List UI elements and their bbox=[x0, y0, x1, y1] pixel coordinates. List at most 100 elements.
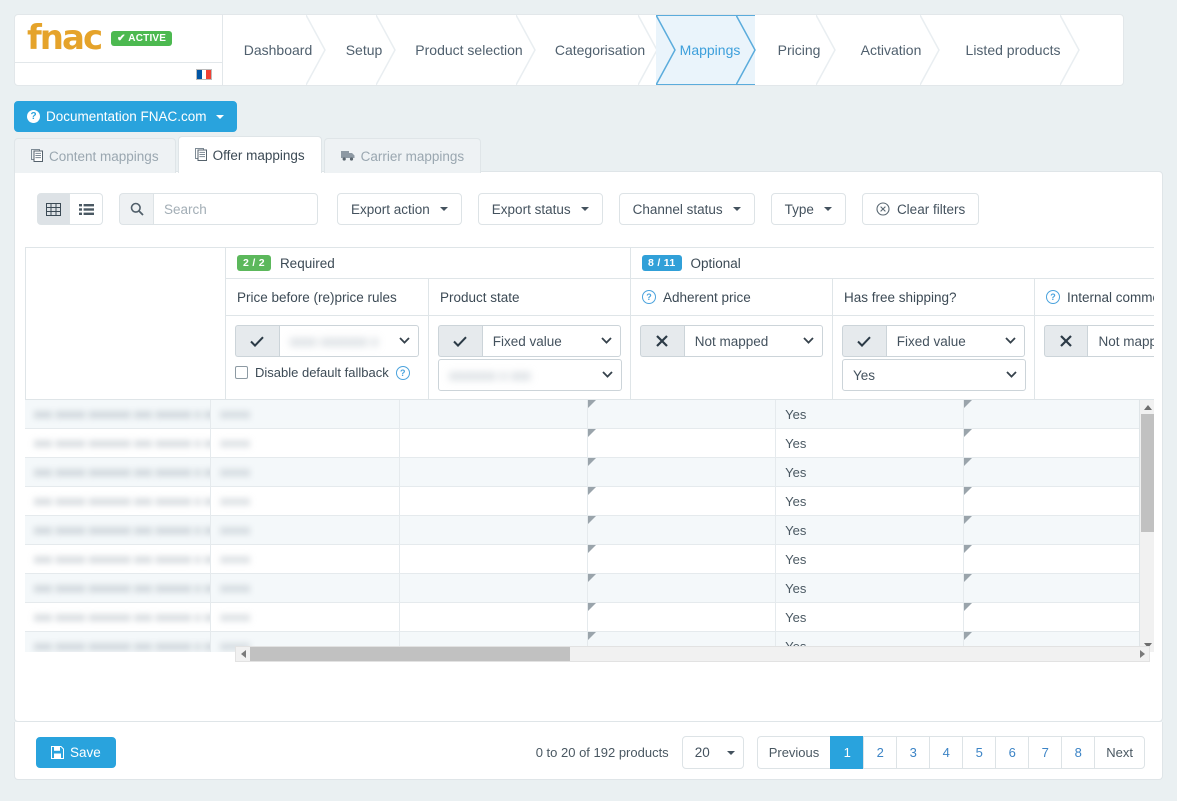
cell-product-state[interactable] bbox=[400, 574, 589, 603]
cell-has-free-shipping[interactable]: Yes bbox=[776, 545, 965, 574]
step-pricing[interactable]: Pricing bbox=[755, 14, 836, 86]
cell-has-free-shipping[interactable]: Yes bbox=[776, 487, 965, 516]
table-row[interactable]: xxx xxxxx xxxxxxx xxx xxxxxx x xxx xxxxx Y… bbox=[25, 487, 1154, 516]
cell-adherent-price[interactable] bbox=[588, 400, 777, 429]
table-row[interactable]: xxx xxxxx xxxxxxx xxx xxxxxx x xxx xxxxx Y… bbox=[25, 458, 1154, 487]
page-button-2[interactable]: 2 bbox=[863, 736, 897, 769]
help-icon[interactable]: ? bbox=[642, 290, 656, 304]
cell-product-name[interactable]: xxx xxxxx xxxxxxx xxx xxxxxx x xxx bbox=[25, 632, 212, 652]
disable-default-fallback-checkbox[interactable] bbox=[235, 366, 248, 379]
step-product-selection[interactable]: Product selection bbox=[395, 14, 536, 86]
step-dashboard[interactable]: Dashboard bbox=[223, 14, 326, 86]
grid-view-icon[interactable] bbox=[37, 193, 70, 225]
cross-icon[interactable] bbox=[1044, 325, 1088, 357]
cell-product-name[interactable]: xxx xxxxx xxxxxxx xxx xxxxxx x xxx bbox=[25, 545, 212, 574]
step-listed-products[interactable]: Listed products bbox=[939, 14, 1080, 86]
cell-adherent-price[interactable] bbox=[588, 458, 777, 487]
cell-adherent-price[interactable] bbox=[588, 574, 777, 603]
cell-internal-comment[interactable] bbox=[964, 400, 1154, 429]
cell-adherent-price[interactable] bbox=[588, 603, 777, 632]
cell-product-state[interactable] bbox=[400, 429, 589, 458]
cell-product-name[interactable]: xxx xxxxx xxxxxxx xxx xxxxxx x xxx bbox=[25, 487, 212, 516]
scroll-right-icon[interactable] bbox=[1135, 647, 1149, 661]
cell-price[interactable]: xxxxx bbox=[211, 429, 401, 458]
cell-price[interactable]: xxxxx bbox=[211, 487, 401, 516]
cell-product-state[interactable] bbox=[400, 603, 589, 632]
documentation-button[interactable]: ? Documentation FNAC.com bbox=[14, 101, 237, 132]
page-button-1[interactable]: 1 bbox=[830, 736, 864, 769]
cell-price[interactable]: xxxxx bbox=[211, 545, 401, 574]
horizontal-scroll-thumb[interactable] bbox=[250, 647, 570, 661]
page-button-4[interactable]: 4 bbox=[929, 736, 963, 769]
page-button-8[interactable]: 8 bbox=[1061, 736, 1095, 769]
cell-price[interactable]: xxxxx bbox=[211, 603, 401, 632]
check-icon[interactable] bbox=[438, 325, 482, 357]
cell-has-free-shipping[interactable]: Yes bbox=[776, 603, 965, 632]
filter-channel-status[interactable]: Channel status bbox=[618, 193, 755, 225]
column-header-price-before-re-price-rules[interactable]: Price before (re)price rules bbox=[225, 279, 428, 316]
list-view-icon[interactable] bbox=[70, 193, 103, 225]
horizontal-scrollbar[interactable] bbox=[235, 646, 1150, 662]
cell-product-state[interactable] bbox=[400, 400, 589, 429]
cell-adherent-price[interactable] bbox=[588, 487, 777, 516]
mapping-source-select[interactable]: Fixed value bbox=[885, 325, 1025, 357]
mapping-value-select[interactable]: xxxxxxx x xxx bbox=[438, 359, 622, 391]
cell-internal-comment[interactable] bbox=[964, 516, 1154, 545]
tab-offer-mappings[interactable]: Offer mappings bbox=[177, 136, 322, 174]
cell-product-name[interactable]: xxx xxxxx xxxxxxx xxx xxxxxx x xxx bbox=[25, 516, 212, 545]
page-button-next[interactable]: Next bbox=[1094, 736, 1145, 769]
table-row[interactable]: xxx xxxxx xxxxxxx xxx xxxxxx x xxx xxxxx Y… bbox=[25, 400, 1154, 429]
column-header-adherent-price[interactable]: ? Adherent price bbox=[630, 279, 832, 316]
vertical-scroll-thumb[interactable] bbox=[1141, 414, 1154, 532]
table-row[interactable]: xxx xxxxx xxxxxxx xxx xxxxxx x xxx xxxxx Y… bbox=[25, 545, 1154, 574]
cell-has-free-shipping[interactable]: Yes bbox=[776, 516, 965, 545]
cell-product-name[interactable]: xxx xxxxx xxxxxxx xxx xxxxxx x xxx bbox=[25, 458, 212, 487]
filter-export-status[interactable]: Export status bbox=[477, 193, 603, 225]
step-setup[interactable]: Setup bbox=[325, 14, 396, 86]
step-mappings[interactable]: Mappings bbox=[655, 14, 756, 86]
cell-has-free-shipping[interactable]: Yes bbox=[776, 400, 965, 429]
page-button-6[interactable]: 6 bbox=[995, 736, 1029, 769]
vertical-scrollbar[interactable] bbox=[1139, 400, 1154, 652]
cell-product-name[interactable]: xxx xxxxx xxxxxxx xxx xxxxxx x xxx bbox=[25, 400, 212, 429]
cell-has-free-shipping[interactable]: Yes bbox=[776, 458, 965, 487]
page-button-5[interactable]: 5 bbox=[962, 736, 996, 769]
page-button-3[interactable]: 3 bbox=[896, 736, 930, 769]
cell-has-free-shipping[interactable]: Yes bbox=[776, 429, 965, 458]
cell-product-state[interactable] bbox=[400, 487, 589, 516]
table-row[interactable]: xxx xxxxx xxxxxxx xxx xxxxxx x xxx xxxxx Y… bbox=[25, 603, 1154, 632]
cell-internal-comment[interactable] bbox=[964, 574, 1154, 603]
mapping-source-select[interactable]: Fixed value bbox=[481, 325, 621, 357]
help-icon[interactable]: ? bbox=[395, 365, 410, 380]
save-button[interactable]: Save bbox=[36, 737, 116, 768]
check-icon[interactable] bbox=[235, 325, 279, 357]
help-icon[interactable]: ? bbox=[1046, 290, 1060, 304]
tab-content-mappings[interactable]: Content mappings bbox=[14, 138, 176, 173]
cell-price[interactable]: xxxxx bbox=[211, 574, 401, 603]
cell-has-free-shipping[interactable]: Yes bbox=[776, 574, 965, 603]
cell-internal-comment[interactable] bbox=[964, 429, 1154, 458]
column-header-internal-comment[interactable]: ? Internal comment bbox=[1034, 279, 1154, 316]
column-header-product-state[interactable]: Product state bbox=[428, 279, 630, 316]
cell-adherent-price[interactable] bbox=[588, 545, 777, 574]
cell-internal-comment[interactable] bbox=[964, 458, 1154, 487]
clear-filters-button[interactable]: Clear filters bbox=[861, 193, 980, 225]
cell-product-state[interactable] bbox=[400, 545, 589, 574]
step-activation[interactable]: Activation bbox=[835, 14, 940, 86]
cell-internal-comment[interactable] bbox=[964, 545, 1154, 574]
cell-product-state[interactable] bbox=[400, 516, 589, 545]
mapping-source-select[interactable]: Not mapped bbox=[1087, 325, 1154, 357]
filter-export-action[interactable]: Export action bbox=[337, 193, 462, 225]
step-categorisation[interactable]: Categorisation bbox=[535, 14, 658, 86]
mapping-source-select[interactable]: xxxx xxxxxxx x bbox=[278, 325, 419, 357]
cell-price[interactable]: xxxxx bbox=[211, 458, 401, 487]
cell-price[interactable]: xxxxx bbox=[211, 400, 401, 429]
check-icon[interactable] bbox=[842, 325, 886, 357]
mapping-value-select[interactable]: Yes bbox=[842, 359, 1026, 391]
cell-product-name[interactable]: xxx xxxxx xxxxxxx xxx xxxxxx x xxx bbox=[25, 574, 212, 603]
cell-product-name[interactable]: xxx xxxxx xxxxxxx xxx xxxxxx x xxx bbox=[25, 603, 212, 632]
cross-icon[interactable] bbox=[640, 325, 684, 357]
cell-price[interactable]: xxxxx bbox=[211, 516, 401, 545]
cell-internal-comment[interactable] bbox=[964, 487, 1154, 516]
cell-adherent-price[interactable] bbox=[588, 429, 777, 458]
